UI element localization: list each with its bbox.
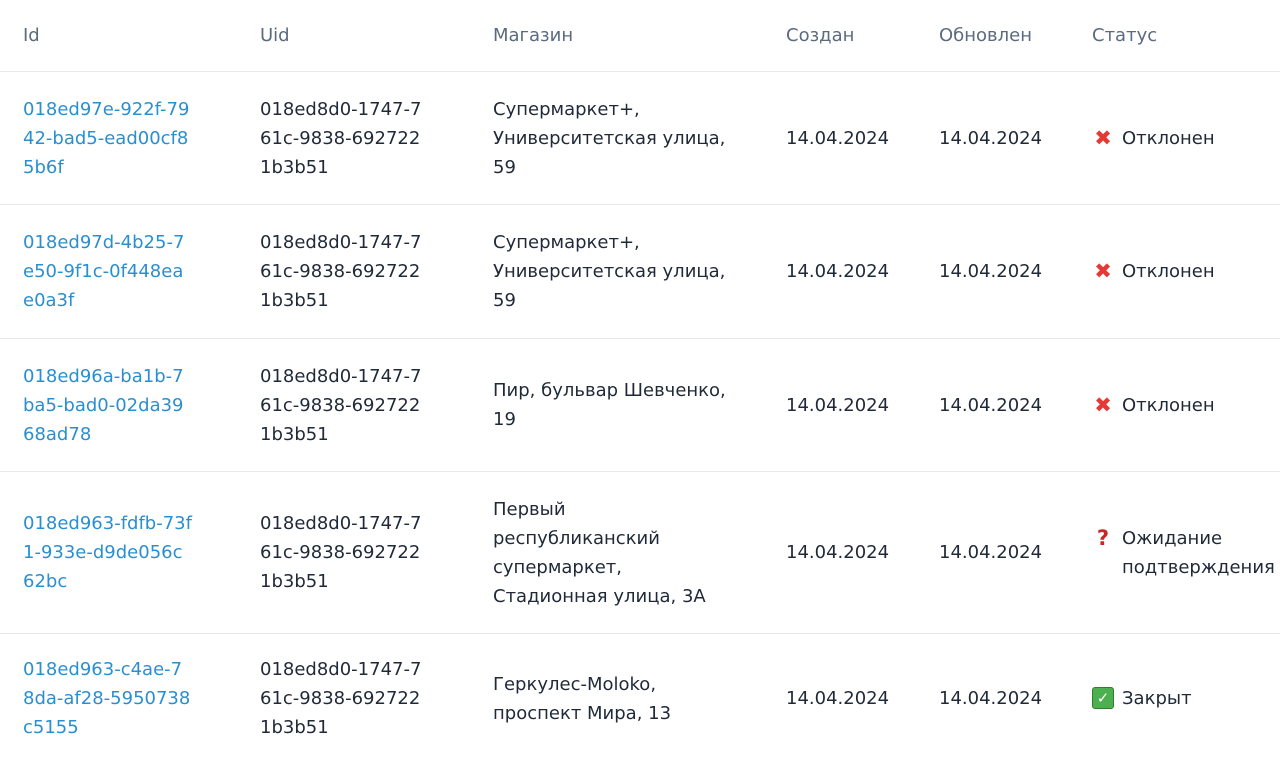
shop-cell: Геркулес-Moloko, проспект Мира, 13 bbox=[493, 634, 786, 764]
status-cell: ✓ Закрыт bbox=[1092, 634, 1280, 764]
header-id[interactable]: Id bbox=[0, 0, 260, 72]
updated-cell: 14.04.2024 bbox=[939, 688, 1043, 710]
status-cell: ✖ Отклонен bbox=[1092, 71, 1280, 205]
header-status[interactable]: Статус bbox=[1092, 0, 1280, 72]
id-cell: 018ed963-fdfb-73f1-933e-d9de056c62bc bbox=[0, 471, 260, 634]
created-cell: 14.04.2024 bbox=[786, 204, 939, 339]
uid-cell: 018ed8d0-1747-761c-9838-6927221b3b51 bbox=[260, 71, 493, 205]
status-badge: ✓ Закрыт bbox=[1092, 684, 1280, 713]
order-id-link[interactable]: 018ed963-fdfb-73f1-933e-d9de056c62bc bbox=[23, 509, 193, 596]
header-shop[interactable]: Магазин bbox=[493, 0, 786, 72]
status-label: Ожидание подтверждения bbox=[1122, 527, 1275, 578]
table-row: 018ed97d-4b25-7e50-9f1c-0f448eae0a3f 018… bbox=[0, 204, 1280, 339]
status-badge: ✖ Отклонен bbox=[1092, 257, 1280, 286]
uid-value: 018ed8d0-1747-761c-9838-6927221b3b51 bbox=[260, 232, 422, 311]
status-badge: ✖ Отклонен bbox=[1092, 391, 1280, 420]
table-header-row: Id Uid Магазин Создан Обновлен Статус bbox=[0, 0, 1280, 72]
id-cell: 018ed963-c4ae-78da-af28-5950738c5155 bbox=[0, 634, 260, 764]
table-row: 018ed963-fdfb-73f1-933e-d9de056c62bc 018… bbox=[0, 471, 1280, 634]
status-label: Отклонен bbox=[1122, 127, 1215, 149]
cross-mark-icon: ✖ bbox=[1094, 259, 1112, 283]
order-id-link[interactable]: 018ed963-c4ae-78da-af28-5950738c5155 bbox=[23, 655, 193, 742]
status-cell: ✖ Отклонен bbox=[1092, 204, 1280, 339]
header-uid[interactable]: Uid bbox=[260, 0, 493, 72]
cross-mark-icon: ✖ bbox=[1094, 392, 1112, 417]
id-cell: 018ed96a-ba1b-7ba5-bad0-02da3968ad78 bbox=[0, 338, 260, 472]
id-cell: 018ed97e-922f-7942-bad5-ead00cf85b6f bbox=[0, 71, 260, 205]
shop-value: Супермаркет+, Университетская улица, 59 bbox=[493, 98, 726, 178]
order-id-link[interactable]: 018ed97d-4b25-7e50-9f1c-0f448eae0a3f bbox=[23, 228, 193, 315]
shop-cell: Супермаркет+, Университетская улица, 59 bbox=[493, 71, 786, 205]
status-cell: ✖ Отклонен bbox=[1092, 338, 1280, 472]
shop-cell: Супермаркет+, Университетская улица, 59 bbox=[493, 204, 786, 339]
created-cell: 14.04.2024 bbox=[786, 338, 939, 472]
header-updated[interactable]: Обновлен bbox=[939, 0, 1092, 72]
shop-value: Геркулес-Moloko, проспект Мира, 13 bbox=[493, 673, 672, 724]
uid-value: 018ed8d0-1747-761c-9838-6927221b3b51 bbox=[260, 659, 422, 739]
shop-value: Первый республиканский супермаркет, Стад… bbox=[493, 498, 706, 607]
cross-mark-icon: ✖ bbox=[1094, 125, 1112, 150]
order-id-link[interactable]: 018ed96a-ba1b-7ba5-bad0-02da3968ad78 bbox=[23, 362, 193, 449]
updated-cell: 14.04.2024 bbox=[939, 471, 1092, 634]
shop-value: Супермаркет+, Университетская улица, 59 bbox=[493, 232, 726, 311]
shop-cell: Первый республиканский супермаркет, Стад… bbox=[493, 471, 786, 634]
status-badge: ✖ Отклонен bbox=[1092, 124, 1280, 153]
updated-cell: 14.04.2024 bbox=[939, 71, 1092, 205]
uid-value: 018ed8d0-1747-761c-9838-6927221b3b51 bbox=[260, 513, 422, 592]
uid-value: 018ed8d0-1747-761c-9838-6927221b3b51 bbox=[260, 98, 422, 178]
shop-value: Пир, бульвар Шевченко, 19 bbox=[493, 380, 726, 430]
orders-table: Id Uid Магазин Создан Обновлен Статус 01… bbox=[0, 0, 1280, 764]
created-cell: 14.04.2024 bbox=[786, 471, 939, 634]
status-badge: ? Ожидание подтверждения bbox=[1092, 524, 1280, 582]
shop-cell: Пир, бульвар Шевченко, 19 bbox=[493, 338, 786, 472]
status-cell: ? Ожидание подтверждения bbox=[1092, 471, 1280, 634]
created-cell: 14.04.2024 bbox=[786, 71, 939, 205]
table-row: 018ed96a-ba1b-7ba5-bad0-02da3968ad78 018… bbox=[0, 338, 1280, 472]
table-row: 018ed963-c4ae-78da-af28-5950738c5155 018… bbox=[0, 634, 1280, 764]
uid-cell: 018ed8d0-1747-761c-9838-6927221b3b51 bbox=[260, 471, 493, 634]
uid-cell: 018ed8d0-1747-761c-9838-6927221b3b51 bbox=[260, 634, 493, 764]
check-mark-icon: ✓ bbox=[1092, 687, 1114, 710]
status-label: Отклонен bbox=[1122, 261, 1215, 282]
uid-value: 018ed8d0-1747-761c-9838-6927221b3b51 bbox=[260, 365, 422, 445]
uid-cell: 018ed8d0-1747-761c-9838-6927221b3b51 bbox=[260, 338, 493, 472]
order-id-link[interactable]: 018ed97e-922f-7942-bad5-ead00cf85b6f bbox=[23, 95, 193, 182]
status-label: Закрыт bbox=[1122, 688, 1192, 710]
updated-cell: 14.04.2024 bbox=[939, 204, 1092, 339]
uid-cell: 018ed8d0-1747-761c-9838-6927221b3b51 bbox=[260, 204, 493, 339]
question-mark-icon: ? bbox=[1096, 525, 1110, 550]
table-row: 018ed97e-922f-7942-bad5-ead00cf85b6f 018… bbox=[0, 71, 1280, 205]
status-label: Отклонен bbox=[1122, 394, 1215, 416]
id-cell: 018ed97d-4b25-7e50-9f1c-0f448eae0a3f bbox=[0, 204, 260, 339]
created-cell: 14.04.2024 bbox=[786, 688, 890, 710]
header-created[interactable]: Создан bbox=[786, 0, 939, 72]
updated-cell: 14.04.2024 bbox=[939, 338, 1092, 472]
